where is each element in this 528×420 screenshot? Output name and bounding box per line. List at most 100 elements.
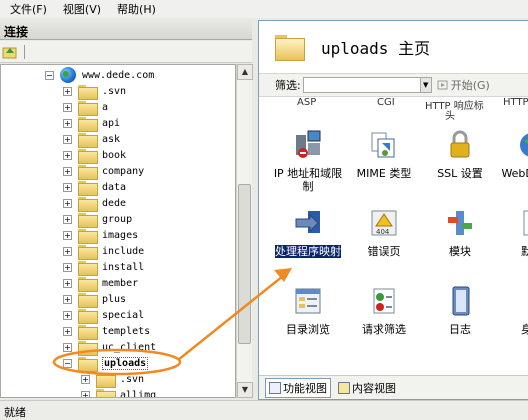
filter-input[interactable]: ▼ — [302, 77, 432, 93]
tree-node[interactable]: + .svn — [81, 371, 144, 388]
feature-handler-mappings[interactable]: 处理程序映射 — [273, 207, 343, 259]
tree-node[interactable]: + company — [63, 163, 144, 180]
expand-icon[interactable]: + — [63, 342, 72, 352]
menu-view[interactable]: 视图(V) — [63, 1, 101, 17]
feature-ssl-settings[interactable]: SSL 设置 — [425, 129, 495, 180]
tree-node[interactable]: + api — [63, 115, 121, 132]
tree-node[interactable]: + group — [63, 211, 132, 228]
tree-node-selected[interactable]: − uploads — [63, 355, 149, 372]
menu-file[interactable]: 文件(F) — [10, 1, 47, 17]
expand-icon[interactable]: + — [63, 166, 72, 176]
tree-node[interactable]: + templets — [63, 323, 150, 340]
tree-node-label: dede — [102, 197, 127, 209]
create-connection-icon[interactable] — [2, 44, 18, 60]
tree-scrollbar[interactable]: ▲ ▼ — [236, 64, 253, 398]
scroll-thumb[interactable] — [238, 184, 251, 344]
feature-label: WebDAV 规 — [501, 167, 528, 180]
expand-icon[interactable]: + — [81, 390, 90, 397]
feature-webdav[interactable]: WebDAV 规 — [497, 129, 528, 180]
feature-label-cutoff: CGI — [377, 97, 395, 108]
content-view-icon — [338, 381, 350, 394]
tree-node[interactable]: + images — [63, 227, 138, 244]
expand-icon[interactable]: + — [63, 86, 72, 96]
connections-toolbar — [0, 41, 252, 63]
tree-node-label: a — [102, 101, 109, 113]
tree-node[interactable]: + book — [63, 147, 127, 164]
start-button[interactable]: 开始(G) — [437, 77, 490, 93]
view-tabs: 功能视图 内容视图 — [259, 375, 528, 399]
feature-authentication[interactable]: 身份 — [497, 285, 528, 336]
tree-node-label: api — [102, 117, 121, 129]
expand-icon[interactable]: + — [63, 214, 72, 224]
expand-icon[interactable]: + — [81, 374, 90, 384]
tree-node[interactable]: + dede — [63, 195, 127, 212]
authentication-icon — [516, 285, 528, 317]
tree-node[interactable]: + install — [63, 259, 144, 276]
folder-icon — [78, 148, 98, 164]
tree-node[interactable]: + member — [63, 275, 138, 292]
expand-icon[interactable]: + — [63, 294, 72, 304]
tree-node[interactable]: + ask — [63, 131, 121, 148]
folder-icon — [78, 180, 98, 196]
collapse-icon[interactable]: − — [63, 358, 72, 368]
toolbar-separator — [24, 44, 25, 59]
tree-node-site[interactable]: − www.dede.com — [45, 67, 154, 83]
expand-icon[interactable]: + — [63, 326, 72, 336]
connections-header: 连接 — [0, 20, 252, 40]
filter-bar: 筛选: ▼ 开始(G) — [259, 73, 528, 97]
feature-mime-types[interactable]: MIME 类型 — [349, 129, 419, 180]
feature-error-pages[interactable]: 404 错误页 — [349, 207, 419, 258]
tree-node[interactable]: + .svn — [63, 83, 126, 100]
folder-icon — [78, 292, 98, 308]
tree-node[interactable]: + data — [63, 179, 126, 196]
expand-icon[interactable]: + — [63, 246, 72, 256]
connections-tree[interactable]: − www.dede.com + .svn + a + api + ask + book … — [0, 64, 236, 398]
tree-node-label: www.dede.com — [82, 69, 155, 81]
start-label: 开始(G) — [450, 79, 490, 92]
expand-icon[interactable]: + — [63, 278, 72, 288]
expand-icon[interactable]: + — [63, 262, 72, 272]
feature-default-document[interactable]: 默认 — [497, 207, 528, 258]
expand-icon[interactable]: + — [63, 150, 72, 160]
tree-node[interactable]: + allimg — [81, 387, 156, 397]
feature-request-filtering[interactable]: 请求筛选 — [349, 285, 419, 336]
status-bar: 就绪 — [0, 400, 528, 420]
chevron-down-icon[interactable]: ▼ — [419, 77, 432, 93]
feature-directory-browsing[interactable]: 目录浏览 — [273, 285, 343, 336]
folder-icon — [78, 308, 98, 324]
tree-node-label: ask — [102, 133, 121, 145]
expand-icon[interactable]: + — [63, 134, 72, 144]
feature-label: 默认 — [521, 245, 528, 258]
feature-ip-restrictions[interactable]: IP 地址和域限制 — [273, 129, 343, 193]
expand-icon[interactable]: + — [63, 118, 72, 128]
default-document-icon — [516, 207, 528, 239]
folder-icon — [96, 372, 116, 388]
feature-label: 目录浏览 — [286, 323, 330, 336]
expand-icon[interactable]: + — [63, 102, 72, 112]
expand-icon[interactable]: + — [63, 230, 72, 240]
folder-icon — [78, 100, 98, 116]
tree-node[interactable]: + uc_client — [63, 339, 156, 356]
tree-node[interactable]: + a — [63, 99, 109, 116]
feature-logging[interactable]: 日志 — [425, 285, 495, 336]
scroll-down-icon[interactable]: ▼ — [237, 382, 253, 398]
tree-node[interactable]: + special — [63, 307, 144, 324]
folder-icon — [78, 212, 98, 228]
folder-icon — [78, 164, 98, 180]
folder-icon — [96, 388, 116, 397]
tree-node[interactable]: + include — [63, 243, 144, 260]
tree-node-label: book — [102, 149, 127, 161]
tab-features-view[interactable]: 功能视图 — [265, 377, 331, 398]
folder-icon — [78, 260, 98, 276]
collapse-icon[interactable]: − — [45, 70, 54, 80]
expand-icon[interactable]: + — [63, 198, 72, 208]
expand-icon[interactable]: + — [63, 182, 72, 192]
menu-help[interactable]: 帮助(H) — [117, 1, 156, 17]
tree-node[interactable]: + plus — [63, 291, 126, 308]
expand-icon[interactable]: + — [63, 310, 72, 320]
directory-browsing-icon — [292, 285, 324, 317]
tab-content-view[interactable]: 内容视图 — [335, 379, 399, 397]
scroll-up-icon[interactable]: ▲ — [237, 64, 253, 80]
webdav-icon — [516, 129, 528, 161]
feature-modules[interactable]: 模块 — [425, 207, 495, 258]
